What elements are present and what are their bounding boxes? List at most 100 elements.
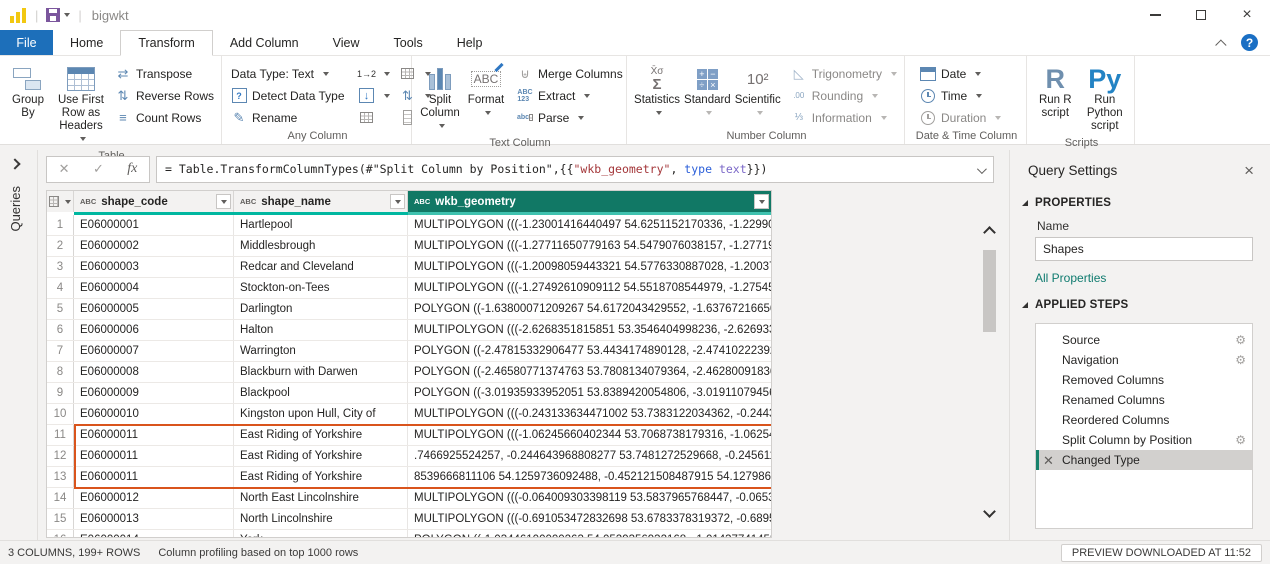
cell-shape-code[interactable]: E06000011 — [74, 446, 234, 466]
gear-icon[interactable]: ⚙ — [1235, 433, 1246, 447]
column-header-shape-code[interactable]: ABC shape_code — [74, 191, 234, 212]
applied-step[interactable]: Split Column by Position⚙ — [1036, 430, 1252, 450]
help-icon[interactable]: ? — [1241, 34, 1258, 51]
statistics-button[interactable]: X̄σΣ Statistics — [633, 62, 681, 122]
cell-wkb-geometry[interactable]: MULTIPOLYGON (((-0.064009303398119 53.58… — [408, 488, 771, 508]
duration-button[interactable]: Duration — [917, 107, 1004, 128]
minimize-button[interactable] — [1132, 0, 1178, 30]
standard-button[interactable]: +−÷× Standard — [683, 62, 732, 122]
table-row[interactable]: 6E06000006HaltonMULTIPOLYGON (((-2.62683… — [47, 320, 771, 341]
scroll-down-icon[interactable] — [983, 505, 996, 518]
cell-shape-code[interactable]: E06000012 — [74, 488, 234, 508]
table-row[interactable]: 4E06000004Stockton-on-TeesMULTIPOLYGON (… — [47, 278, 771, 299]
close-button[interactable]: × — [1224, 0, 1270, 30]
cell-shape-name[interactable]: Stockton-on-Tees — [234, 278, 408, 298]
cell-wkb-geometry[interactable]: MULTIPOLYGON (((-0.691053472832698 53.67… — [408, 509, 771, 529]
cell-shape-name[interactable]: North East Lincolnshire — [234, 488, 408, 508]
maximize-button[interactable] — [1178, 0, 1224, 30]
cell-wkb-geometry[interactable]: 8539666811106 54.1259736092488, -0.45212… — [408, 467, 771, 487]
split-column-button[interactable]: Split Column — [418, 62, 462, 135]
column-header-shape-name[interactable]: ABC shape_name — [234, 191, 408, 212]
fill-button[interactable]: ↓ — [356, 85, 393, 106]
merge-columns-button[interactable]: ⊎ Merge Columns — [514, 63, 626, 84]
run-python-script-button[interactable]: Py Run Python script — [1080, 62, 1130, 135]
cell-shape-code[interactable]: E06000001 — [74, 215, 234, 235]
tab-help[interactable]: Help — [440, 30, 500, 55]
time-button[interactable]: Time — [917, 85, 1004, 106]
all-properties-link[interactable]: All Properties — [1010, 261, 1270, 287]
table-row[interactable]: 12E06000011East Riding of Yorkshire.7466… — [47, 446, 771, 467]
cell-shape-code[interactable]: E06000011 — [74, 467, 234, 487]
expand-formula-icon[interactable] — [977, 164, 987, 174]
cell-wkb-geometry[interactable]: .7466925524257, -0.244643968808277 53.74… — [408, 446, 771, 466]
cell-shape-name[interactable]: East Riding of Yorkshire — [234, 446, 408, 466]
cell-wkb-geometry[interactable]: MULTIPOLYGON (((-0.243133634471002 53.73… — [408, 404, 771, 424]
cell-wkb-geometry[interactable]: POLYGON ((-2.47815332906477 53.443417489… — [408, 341, 771, 361]
expand-queries-pane-icon[interactable] — [9, 158, 20, 169]
cell-wkb-geometry[interactable]: POLYGON ((-1.03446100000263 54.052935693… — [408, 530, 771, 538]
cell-wkb-geometry[interactable]: POLYGON ((-1.63800071209267 54.617204342… — [408, 299, 771, 319]
tab-add-column[interactable]: Add Column — [213, 30, 316, 55]
tab-view[interactable]: View — [316, 30, 377, 55]
cell-shape-name[interactable]: York — [234, 530, 408, 538]
cell-wkb-geometry[interactable]: MULTIPOLYGON (((-1.27492610909112 54.551… — [408, 278, 771, 298]
table-row[interactable]: 7E06000007WarringtonPOLYGON ((-2.4781533… — [47, 341, 771, 362]
select-all-button[interactable] — [47, 191, 74, 212]
queries-pane-tab[interactable]: Queries — [8, 186, 23, 232]
detect-data-type-button[interactable]: ? Detect Data Type — [228, 85, 348, 106]
run-r-script-button[interactable]: R Run R script — [1033, 62, 1078, 122]
applied-steps-section-header[interactable]: APPLIED STEPS — [1010, 287, 1270, 317]
column-header-wkb-geometry[interactable]: ABC wkb_geometry — [408, 191, 771, 212]
information-button[interactable]: ⅓ Information — [788, 107, 900, 128]
rename-button[interactable]: ✎ Rename — [228, 107, 348, 128]
table-row[interactable]: 2E06000002MiddlesbroughMULTIPOLYGON (((-… — [47, 236, 771, 257]
cell-shape-code[interactable]: E06000004 — [74, 278, 234, 298]
applied-step[interactable]: Reordered Columns — [1036, 410, 1252, 430]
cell-shape-name[interactable]: Redcar and Cleveland — [234, 257, 408, 277]
cell-shape-code[interactable]: E06000011 — [74, 425, 234, 445]
count-rows-button[interactable]: ≡ Count Rows — [112, 107, 217, 128]
rounding-button[interactable]: .00 Rounding — [788, 85, 900, 106]
cell-shape-name[interactable]: Hartlepool — [234, 215, 408, 235]
applied-step[interactable]: Source⚙ — [1036, 330, 1252, 350]
cell-shape-name[interactable]: North Lincolnshire — [234, 509, 408, 529]
use-first-row-button[interactable]: Use First Row as Headers — [52, 62, 110, 148]
parse-button[interactable]: abc Parse — [514, 107, 626, 128]
cell-wkb-geometry[interactable]: POLYGON ((-2.46580771374763 53.780813407… — [408, 362, 771, 382]
gear-icon[interactable]: ⚙ — [1235, 333, 1246, 347]
pivot-column-button[interactable] — [356, 107, 393, 128]
filter-button[interactable] — [390, 194, 405, 209]
format-button[interactable]: ABC Format — [464, 62, 508, 122]
cell-wkb-geometry[interactable]: MULTIPOLYGON (((-1.20098059443321 54.577… — [408, 257, 771, 277]
cell-shape-name[interactable]: Warrington — [234, 341, 408, 361]
scroll-up-icon[interactable] — [983, 226, 996, 239]
cell-shape-code[interactable]: E06000014 — [74, 530, 234, 538]
collapse-ribbon-icon[interactable] — [1215, 39, 1226, 50]
filter-button[interactable] — [754, 194, 769, 209]
cell-shape-name[interactable]: Blackburn with Darwen — [234, 362, 408, 382]
table-row[interactable]: 9E06000009BlackpoolPOLYGON ((-3.01935933… — [47, 383, 771, 404]
commit-formula-icon[interactable]: ✓ — [93, 161, 104, 177]
save-dropdown-caret-icon[interactable] — [64, 13, 70, 17]
table-row[interactable]: 15E06000013North LincolnshireMULTIPOLYGO… — [47, 509, 771, 530]
tab-home[interactable]: Home — [53, 30, 120, 55]
scrollbar-thumb[interactable] — [983, 250, 996, 332]
properties-section-header[interactable]: PROPERTIES — [1010, 185, 1270, 215]
applied-step[interactable]: ✕Changed Type — [1036, 450, 1252, 470]
cell-wkb-geometry[interactable]: MULTIPOLYGON (((-2.6268351815851 53.3546… — [408, 320, 771, 340]
applied-step[interactable]: Navigation⚙ — [1036, 350, 1252, 370]
cell-shape-code[interactable]: E06000007 — [74, 341, 234, 361]
cell-shape-name[interactable]: Darlington — [234, 299, 408, 319]
table-row[interactable]: 16E06000014YorkPOLYGON ((-1.034461000002… — [47, 530, 771, 538]
close-panel-icon[interactable]: × — [1244, 162, 1254, 179]
gear-icon[interactable]: ⚙ — [1235, 353, 1246, 367]
cell-shape-name[interactable]: East Riding of Yorkshire — [234, 467, 408, 487]
trigonometry-button[interactable]: ◺ Trigonometry — [788, 63, 900, 84]
tab-tools[interactable]: Tools — [377, 30, 440, 55]
reverse-rows-button[interactable]: ⇅ Reverse Rows — [112, 85, 217, 106]
cell-wkb-geometry[interactable]: POLYGON ((-3.01935933952051 53.838942005… — [408, 383, 771, 403]
query-name-input[interactable] — [1035, 237, 1253, 261]
cell-shape-code[interactable]: E06000002 — [74, 236, 234, 256]
cell-shape-name[interactable]: Halton — [234, 320, 408, 340]
cell-shape-code[interactable]: E06000008 — [74, 362, 234, 382]
